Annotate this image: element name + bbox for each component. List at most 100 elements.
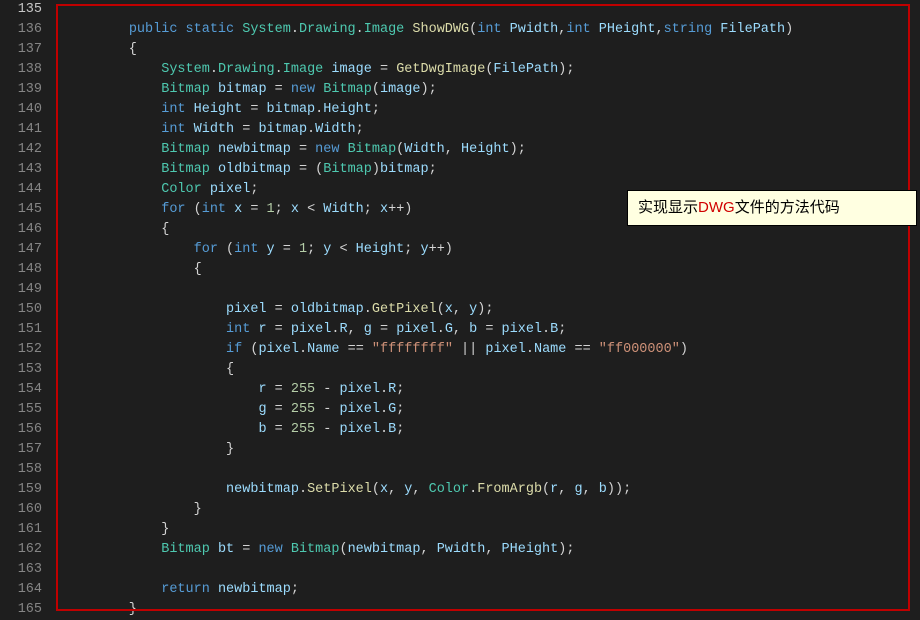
code-line[interactable]: System.Drawing.Image image = GetDwgImage… — [64, 60, 920, 80]
token-ident: Name — [534, 342, 575, 357]
token-keyword: int — [202, 202, 234, 217]
token-ident: x — [291, 202, 307, 217]
line-number: 137 — [0, 40, 42, 60]
token-punc: ; — [364, 202, 380, 217]
token-punc: , — [655, 22, 663, 37]
token-ident: FilePath — [720, 22, 785, 37]
code-line[interactable]: Bitmap bitmap = new Bitmap(image); — [64, 80, 920, 100]
annotation-text-suffix: 文件的方法代码 — [735, 199, 840, 216]
code-line[interactable]: Bitmap bt = new Bitmap(newbitmap, Pwidth… — [64, 540, 920, 560]
line-number: 139 — [0, 80, 42, 100]
token-keyword: int — [234, 242, 266, 257]
token-ident: b — [258, 422, 274, 437]
token-ident: x — [445, 302, 453, 317]
token-punc: ; — [429, 162, 437, 177]
token-plain — [64, 202, 161, 217]
code-line[interactable]: r = 255 - pixel.R; — [64, 380, 920, 400]
token-ident: R — [388, 382, 396, 397]
code-line[interactable] — [64, 0, 920, 20]
token-type: Color — [161, 182, 210, 197]
code-line[interactable]: g = 255 - pixel.G; — [64, 400, 920, 420]
token-punc: = — [250, 202, 266, 217]
token-keyword: int — [566, 22, 598, 37]
token-punc: = — [275, 302, 291, 317]
token-ident: Name — [307, 342, 348, 357]
token-ident: y — [420, 242, 428, 257]
token-plain: { — [64, 262, 202, 277]
token-punc: ++) — [429, 242, 453, 257]
token-punc: - — [323, 382, 339, 397]
code-line[interactable] — [64, 460, 920, 480]
token-punc: . — [437, 322, 445, 337]
code-line[interactable]: { — [64, 260, 920, 280]
token-punc: ( — [372, 482, 380, 497]
token-ident: bitmap — [218, 82, 275, 97]
token-type: Bitmap — [161, 162, 218, 177]
code-line[interactable] — [64, 280, 920, 300]
token-plain: { — [64, 42, 137, 57]
token-punc: ; — [396, 382, 404, 397]
token-punc: == — [348, 342, 372, 357]
code-line[interactable]: if (pixel.Name == "ffffffff" || pixel.Na… — [64, 340, 920, 360]
token-ident: pixel — [210, 182, 251, 197]
token-punc: , — [453, 302, 469, 317]
token-punc: ); — [510, 142, 526, 157]
token-punc: , — [445, 142, 461, 157]
token-type: Bitmap — [161, 542, 218, 557]
token-plain — [64, 62, 161, 77]
token-ident: PHeight — [502, 542, 559, 557]
code-line[interactable]: return newbitmap; — [64, 580, 920, 600]
token-punc: )); — [607, 482, 631, 497]
code-line[interactable]: { — [64, 360, 920, 380]
token-plain: } — [64, 502, 202, 517]
token-punc: = — [275, 422, 291, 437]
code-editor[interactable]: 1351361371381391401411421431441451461471… — [0, 0, 920, 619]
token-number: 255 — [291, 422, 323, 437]
token-punc: ( — [469, 22, 477, 37]
token-punc: ; — [404, 242, 420, 257]
code-line[interactable]: Bitmap oldbitmap = (Bitmap)bitmap; — [64, 160, 920, 180]
code-area[interactable]: public static System.Drawing.Image ShowD… — [52, 0, 920, 619]
line-number: 145 — [0, 200, 42, 220]
code-line[interactable]: public static System.Drawing.Image ShowD… — [64, 20, 920, 40]
code-line[interactable]: } — [64, 440, 920, 460]
code-line[interactable]: for (int y = 1; y < Height; y++) — [64, 240, 920, 260]
token-plain — [64, 542, 161, 557]
token-plain — [64, 102, 161, 117]
token-ident: pixel — [485, 342, 526, 357]
token-ident: newbitmap — [226, 482, 299, 497]
code-line[interactable]: newbitmap.SetPixel(x, y, Color.FromArgb(… — [64, 480, 920, 500]
code-line[interactable] — [64, 560, 920, 580]
token-type: Bitmap — [323, 82, 372, 97]
code-line[interactable]: } — [64, 600, 920, 620]
code-line[interactable]: b = 255 - pixel.B; — [64, 420, 920, 440]
code-line[interactable]: { — [64, 40, 920, 60]
token-ident: G — [388, 402, 396, 417]
code-line[interactable]: } — [64, 520, 920, 540]
token-punc: . — [291, 22, 299, 37]
token-punc: == — [574, 342, 598, 357]
token-keyword: if — [226, 342, 250, 357]
code-line[interactable]: int Width = bitmap.Width; — [64, 120, 920, 140]
line-number: 162 — [0, 540, 42, 560]
code-line[interactable]: int Height = bitmap.Height; — [64, 100, 920, 120]
token-ident: Height — [194, 102, 251, 117]
code-line[interactable]: pixel = oldbitmap.GetPixel(x, y); — [64, 300, 920, 320]
token-type: Color — [429, 482, 470, 497]
code-line[interactable]: } — [64, 500, 920, 520]
token-punc: - — [323, 402, 339, 417]
token-ident: newbitmap — [218, 582, 291, 597]
token-plain — [64, 242, 194, 257]
token-plain: } — [64, 442, 234, 457]
line-number: 150 — [0, 300, 42, 320]
token-punc: = — [380, 322, 396, 337]
token-punc: ); — [421, 82, 437, 97]
token-punc: ( — [194, 202, 202, 217]
code-line[interactable]: int r = pixel.R, g = pixel.G, b = pixel.… — [64, 320, 920, 340]
token-punc: = — [275, 82, 291, 97]
token-ident: pixel — [339, 382, 380, 397]
token-punc: ); — [477, 302, 493, 317]
token-type: Bitmap — [161, 142, 218, 157]
token-ident: oldbitmap — [218, 162, 299, 177]
code-line[interactable]: Bitmap newbitmap = new Bitmap(Width, Hei… — [64, 140, 920, 160]
